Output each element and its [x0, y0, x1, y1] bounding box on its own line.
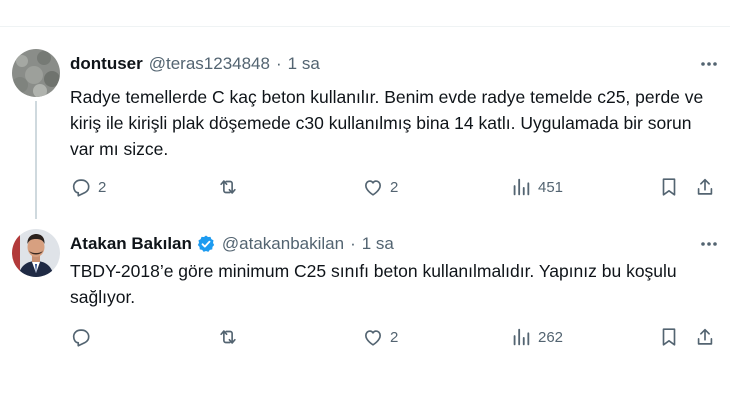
author-name[interactable]: Atakan Bakılan	[70, 234, 192, 254]
views-button[interactable]: 451	[510, 173, 563, 201]
tweet-actions: 2 2 451	[64, 173, 724, 201]
avatar[interactable]	[12, 49, 60, 97]
author-name[interactable]: dontuser	[70, 54, 143, 74]
share-icon	[697, 178, 713, 195]
tweet-time[interactable]: 1 sa	[362, 234, 394, 254]
separator-dot: ·	[275, 54, 282, 73]
avatar[interactable]	[12, 229, 60, 277]
views-button[interactable]: 262	[510, 323, 563, 351]
like-count: 2	[390, 178, 399, 196]
retweet-icon	[220, 330, 236, 344]
tweet-text: Radye temellerde C kaç beton kullanılır.…	[70, 87, 704, 159]
bookmark-button[interactable]	[658, 323, 680, 351]
bookmark-icon	[662, 178, 676, 196]
share-button[interactable]	[694, 323, 716, 351]
like-count: 2	[390, 328, 399, 346]
reply-button[interactable]: 2	[70, 173, 106, 201]
tweet-text: TBDY-2018’e göre minimum C25 sınıfı beto…	[70, 261, 677, 307]
tweet-2[interactable]: Atakan Bakılan @atakanbakilan · 1 sa TBD…	[0, 229, 730, 420]
like-button[interactable]: 2	[362, 323, 398, 351]
reply-button[interactable]	[70, 323, 98, 351]
views-icon	[513, 328, 530, 346]
separator-dot: ·	[350, 234, 356, 253]
views-icon	[513, 178, 530, 196]
share-icon	[697, 328, 713, 345]
tweet-1[interactable]: dontuser @teras1234848 · 1 sa Radye teme…	[0, 0, 730, 230]
retweet-icon	[220, 180, 236, 194]
tweet-header: Atakan Bakılan @atakanbakilan · 1 sa	[70, 233, 394, 255]
tweet-actions: 2 262	[64, 323, 724, 351]
tweet-header: dontuser @teras1234848 · 1 sa	[70, 53, 320, 75]
author-handle[interactable]: @atakanbakilan	[222, 234, 344, 254]
view-count: 262	[538, 328, 564, 346]
reply-icon	[72, 329, 90, 347]
like-icon	[365, 330, 381, 346]
author-handle[interactable]: @teras1234848	[149, 54, 270, 74]
retweet-button[interactable]	[217, 323, 245, 351]
like-icon	[365, 180, 381, 196]
reply-count: 2	[98, 178, 107, 196]
more-icon[interactable]	[696, 234, 722, 254]
retweet-button[interactable]	[217, 173, 245, 201]
share-button[interactable]	[694, 173, 716, 201]
verified-badge-icon[interactable]	[196, 234, 216, 254]
thread-line	[35, 101, 37, 219]
view-count: 451	[538, 178, 564, 196]
reply-icon	[72, 179, 90, 197]
like-button[interactable]: 2	[362, 173, 398, 201]
bookmark-button[interactable]	[658, 173, 680, 201]
tweet-time[interactable]: 1 sa	[288, 54, 320, 74]
bookmark-icon	[662, 328, 676, 346]
more-icon[interactable]	[696, 54, 722, 74]
